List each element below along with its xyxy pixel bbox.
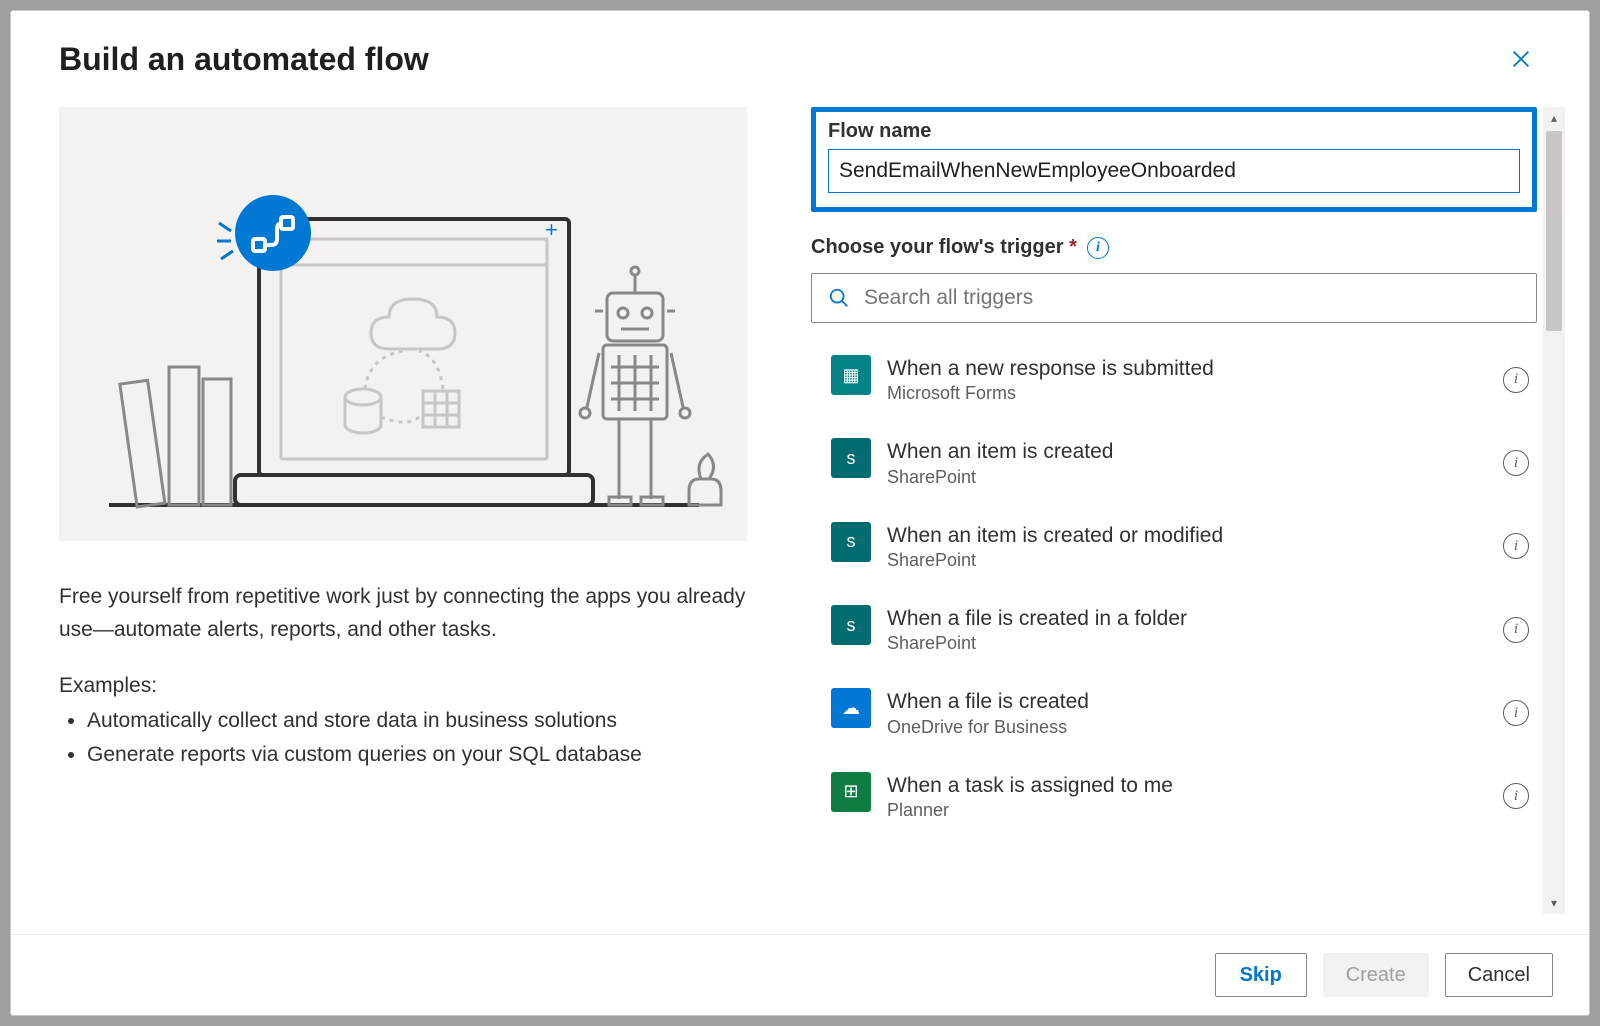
trigger-title: When an item is created or modified [887, 522, 1481, 550]
trigger-source: Planner [887, 800, 1481, 821]
example-item: Generate reports via custom queries on y… [87, 739, 747, 772]
connector-icon: s [831, 605, 871, 645]
trigger-title: When a task is assigned to me [887, 772, 1481, 800]
close-icon [1510, 48, 1532, 70]
modal-title: Build an automated flow [59, 41, 429, 78]
trigger-item[interactable]: ☁ When a file is createdOneDrive for Busi… [811, 678, 1537, 761]
trigger-source: OneDrive for Business [887, 717, 1481, 738]
cancel-button[interactable]: Cancel [1445, 953, 1553, 997]
skip-button[interactable]: Skip [1215, 953, 1307, 997]
scroll-down-arrow[interactable]: ▾ [1543, 892, 1565, 914]
trigger-label: Choose your flow's trigger * [811, 236, 1077, 259]
info-icon[interactable]: i [1087, 237, 1109, 259]
search-icon [828, 287, 850, 309]
connector-icon: s [831, 522, 871, 562]
description-block: Free yourself from repetitive work just … [59, 581, 747, 772]
required-mark: * [1069, 236, 1077, 258]
modal-dialog: Build an automated flow [10, 10, 1590, 1016]
trigger-source: SharePoint [887, 467, 1481, 488]
flow-name-input[interactable] [828, 149, 1520, 193]
modal-header: Build an automated flow [11, 11, 1589, 79]
trigger-title: When an item is created [887, 438, 1481, 466]
trigger-title: When a file is created [887, 688, 1481, 716]
trigger-info-icon[interactable]: i [1503, 700, 1529, 726]
trigger-info-icon[interactable]: i [1503, 450, 1529, 476]
trigger-text: When an item is createdSharePoint [887, 438, 1481, 487]
flow-name-highlight: Flow name [811, 107, 1537, 212]
trigger-info-icon[interactable]: i [1503, 533, 1529, 559]
trigger-item[interactable]: ⊞ When a task is assigned to mePlanner i [811, 762, 1537, 845]
trigger-list: ▦ When a new response is submittedMicroso… [811, 345, 1537, 845]
trigger-item[interactable]: s When an item is createdSharePoint i [811, 428, 1537, 511]
connector-icon: s [831, 438, 871, 478]
trigger-text: When a file is created in a folderShareP… [887, 605, 1481, 654]
right-column: Flow name Choose your flow's trigger * i… [811, 107, 1565, 914]
trigger-text: When an item is created or modifiedShare… [887, 522, 1481, 571]
trigger-header: Choose your flow's trigger * i [811, 236, 1537, 259]
trigger-item[interactable]: s When a file is created in a folderShare… [811, 595, 1537, 678]
connector-icon: ▦ [831, 355, 871, 395]
close-button[interactable] [1501, 39, 1541, 79]
connector-icon: ☁ [831, 688, 871, 728]
trigger-item[interactable]: s When an item is created or modifiedShar… [811, 512, 1537, 595]
trigger-text: When a task is assigned to mePlanner [887, 772, 1481, 821]
trigger-text: When a file is createdOneDrive for Busin… [887, 688, 1481, 737]
trigger-item[interactable]: ▦ When a new response is submittedMicroso… [811, 345, 1537, 428]
trigger-source: SharePoint [887, 633, 1481, 654]
description-text: Free yourself from repetitive work just … [59, 581, 747, 646]
modal-footer: Skip Create Cancel [11, 934, 1589, 1015]
trigger-info-icon[interactable]: i [1503, 367, 1529, 393]
trigger-search-input[interactable] [864, 286, 1520, 310]
examples-label: Examples: [59, 670, 747, 703]
flow-name-label: Flow name [828, 120, 1520, 143]
modal-body: + [11, 79, 1589, 934]
trigger-text: When a new response is submittedMicrosof… [887, 355, 1481, 404]
trigger-title: When a file is created in a folder [887, 605, 1481, 633]
trigger-source: SharePoint [887, 550, 1481, 571]
trigger-info-icon[interactable]: i [1503, 617, 1529, 643]
trigger-search-box[interactable] [811, 273, 1537, 323]
trigger-info-icon[interactable]: i [1503, 783, 1529, 809]
examples-list: Automatically collect and store data in … [59, 705, 747, 772]
right-inner: Flow name Choose your flow's trigger * i… [811, 107, 1565, 914]
create-button[interactable]: Create [1323, 953, 1429, 997]
example-item: Automatically collect and store data in … [87, 705, 747, 738]
scroll-thumb[interactable] [1546, 131, 1562, 331]
svg-text:+: + [545, 217, 558, 242]
scroll-up-arrow[interactable]: ▴ [1543, 107, 1565, 129]
scrollbar[interactable]: ▴ ▾ [1543, 107, 1565, 914]
connector-icon: ⊞ [831, 772, 871, 812]
trigger-source: Microsoft Forms [887, 383, 1481, 404]
left-column: + [59, 107, 747, 914]
trigger-label-text: Choose your flow's trigger [811, 236, 1064, 258]
illustration: + [59, 107, 747, 541]
trigger-title: When a new response is submitted [887, 355, 1481, 383]
